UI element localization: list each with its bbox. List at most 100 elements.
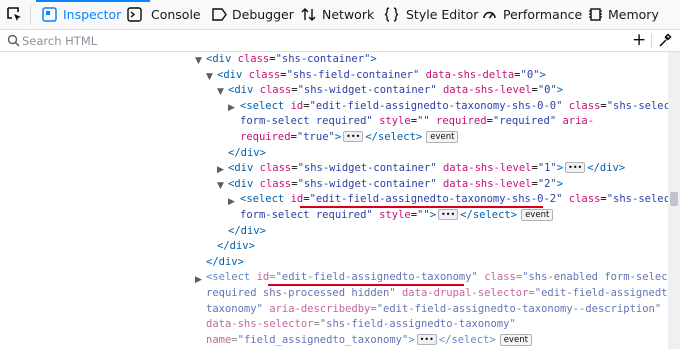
- tab-style-editor[interactable]: Style Editor: [384, 0, 478, 30]
- tag-name: </div>: [217, 240, 255, 253]
- attr-value: "shs-widget-container": [297, 162, 437, 175]
- tag-name: </div>: [206, 255, 244, 268]
- markup-closing-tag: </div>: [217, 239, 255, 255]
- tab-debugger[interactable]: Debugger: [212, 0, 294, 30]
- markup-node[interactable]: <div class="shs-widget-container" data-s…: [228, 83, 563, 99]
- tab-label: Debugger: [232, 7, 294, 22]
- markup-closing-tag: </div>: [228, 224, 266, 240]
- devtools-toolbar: Inspector Console Debugger Network Style…: [0, 0, 680, 30]
- tag-name: </select>: [365, 131, 423, 143]
- element-picker-icon[interactable]: [6, 6, 23, 23]
- add-node-button[interactable]: +: [632, 32, 646, 49]
- attr-name: required: [436, 115, 487, 128]
- expand-twisty-icon[interactable]: ▶: [228, 101, 235, 117]
- attr-value: "shs-select: [606, 193, 668, 206]
- attr-name: class: [568, 99, 601, 112]
- tag-name: <select: [206, 271, 251, 284]
- markup-node[interactable]: <div class="shs-field-container" data-sh…: [217, 68, 546, 84]
- expand-twisty-icon[interactable]: ▶: [228, 195, 235, 211]
- tag-close: >: [556, 162, 564, 175]
- attr-value: "edit-field-assignedto-taxonomy-shs-0-2": [309, 193, 563, 206]
- tab-network[interactable]: Network: [301, 0, 375, 30]
- tab-performance[interactable]: Performance: [482, 0, 582, 30]
- tab-console[interactable]: Console: [127, 0, 207, 30]
- markup-node[interactable]: <div class="shs-container">: [206, 52, 377, 68]
- collapse-twisty-icon[interactable]: ▼: [206, 70, 213, 86]
- inspector-icon: [42, 7, 57, 22]
- attr-value: "shs-widget-container": [297, 177, 437, 190]
- attr-name: name: [206, 333, 232, 346]
- markup-closing-tag: </div>: [206, 255, 244, 271]
- tab-label: Memory: [608, 7, 659, 22]
- markup-view: ▼ <div class="shs-container"> ▼ <div cla…: [0, 52, 668, 349]
- tag-close: >: [539, 68, 546, 81]
- tag-close: >: [556, 177, 564, 190]
- tag-close: >: [370, 53, 377, 65]
- attr-name: data-shs-level: [442, 162, 532, 175]
- tab-label: Network: [322, 7, 375, 22]
- markup-node[interactable]: <select id="edit-field-assignedto-taxono…: [240, 99, 668, 115]
- attr-value: "shs-enabled form-select: [522, 271, 668, 284]
- attr-name: data-drupal-selector: [401, 287, 529, 299]
- scrollbar-thumb[interactable]: [670, 192, 678, 206]
- attr-value: "shs-field-container": [286, 68, 420, 81]
- debugger-icon: [212, 8, 227, 21]
- tag-name: <select: [240, 99, 285, 112]
- tag-name: </select>: [460, 209, 518, 221]
- search-html-input[interactable]: [22, 32, 622, 49]
- attr-value: "": [417, 115, 430, 128]
- tab-label: Console: [151, 7, 201, 22]
- expand-twisty-icon[interactable]: ▶: [195, 273, 202, 289]
- tag-close: >: [556, 84, 564, 97]
- event-badge[interactable]: event: [426, 131, 459, 143]
- attr-value: form-select required": [240, 115, 373, 128]
- markup-scrollbar[interactable]: [668, 52, 680, 349]
- markup-node-continued: form-select required" style="" required=…: [240, 114, 594, 130]
- attr-name: data-shs-level: [442, 177, 532, 190]
- eyedropper-icon[interactable]: [658, 33, 672, 48]
- attr-value: "shs-select: [606, 99, 668, 112]
- tag-close: >: [429, 209, 437, 221]
- collapse-twisty-icon[interactable]: ▼: [195, 54, 202, 70]
- tag-name: </div>: [228, 224, 266, 237]
- tag-name: <div: [217, 68, 243, 81]
- collapsed-children-button[interactable]: •••: [343, 131, 364, 142]
- markup-node-continued: required="true"> ••• </select> event: [240, 130, 459, 146]
- collapsed-children-button[interactable]: •••: [438, 209, 459, 220]
- expand-twisty-icon[interactable]: ▶: [217, 163, 224, 179]
- attr-value: taxonomy": [206, 302, 263, 315]
- tag-name: <div: [228, 84, 254, 97]
- attr-name: data-shs-level: [442, 84, 532, 97]
- collapse-twisty-icon[interactable]: ▼: [217, 85, 224, 101]
- collapsed-children-button[interactable]: •••: [565, 162, 586, 174]
- markup-node[interactable]: <div class="shs-widget-container" data-s…: [228, 161, 625, 177]
- tab-label: Inspector: [63, 7, 122, 22]
- attr-value: "shs-container": [275, 53, 371, 65]
- attr-value: "true": [296, 131, 335, 143]
- attr-name: aria-describedby: [269, 302, 371, 315]
- attr-name: class: [237, 53, 270, 65]
- memory-icon: [589, 8, 602, 21]
- collapsed-children-button[interactable]: •••: [416, 333, 437, 345]
- tag-close: >: [334, 131, 342, 143]
- markup-node-continued: taxonomy" aria-describedby="edit-field-a…: [206, 302, 661, 318]
- collapse-twisty-icon[interactable]: ▼: [217, 179, 224, 195]
- attr-value: "required": [492, 115, 557, 128]
- tag-name: </select>: [438, 333, 496, 346]
- tag-name: </div>: [587, 162, 626, 175]
- search-separator: [651, 34, 652, 48]
- event-badge[interactable]: event: [499, 333, 532, 346]
- markup-node[interactable]: <div class="shs-widget-container" data-s…: [228, 177, 563, 193]
- tab-memory[interactable]: Memory: [588, 0, 680, 30]
- attr-value: "field_assignedto_taxonomy": [237, 333, 409, 346]
- attr-value: required shs-processed hidden": [206, 287, 396, 299]
- tag-name: <div: [206, 53, 232, 65]
- attr-name: id: [256, 271, 270, 284]
- attr-value: "edit-field-assignedto-taxonomy": [275, 271, 478, 284]
- markup-node-continued: form-select required" style=""> ••• </sele…: [240, 208, 554, 224]
- attr-value: "edit-field-assignedto-taxonomy--descrip…: [376, 302, 662, 315]
- event-badge[interactable]: event: [521, 209, 554, 221]
- attr-value: "0": [537, 84, 557, 97]
- attr-name: aria-: [562, 115, 595, 128]
- markup-node-continued: data-shs-selector="shs-field-assignedto-…: [206, 317, 516, 333]
